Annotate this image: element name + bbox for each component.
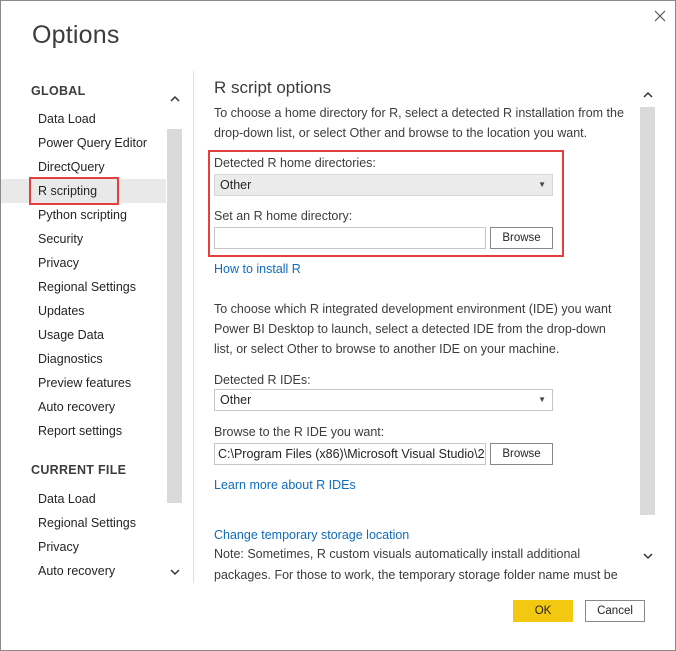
browse-ide-button[interactable]: Browse <box>490 443 553 465</box>
nav-item-updates[interactable]: Updates <box>1 299 166 323</box>
nav-scroll-up-icon[interactable] <box>167 89 182 107</box>
r-script-options-panel: R script options To choose a home direct… <box>194 71 634 585</box>
learn-more-ides-link[interactable]: Learn more about R IDEs <box>214 478 356 492</box>
ide-line-1: To choose which R integrated development… <box>214 302 612 316</box>
chevron-down-icon: ▼ <box>538 395 546 404</box>
intro-line-2: drop-down list, or select Other and brow… <box>214 126 588 140</box>
nav-item-privacy[interactable]: Privacy <box>1 251 166 275</box>
content-scroll-up-icon[interactable] <box>640 85 655 103</box>
nav-item-current-privacy[interactable]: Privacy <box>1 535 166 559</box>
ok-button[interactable]: OK <box>513 600 573 622</box>
nav-item-python-scripting[interactable]: Python scripting <box>1 203 166 227</box>
cancel-button[interactable]: Cancel <box>585 600 645 622</box>
ide-line-3: list, or select Other to browse to anoth… <box>214 342 560 356</box>
content-scroll-down-icon[interactable] <box>640 547 655 565</box>
nav-item-diagnostics[interactable]: Diagnostics <box>1 347 166 371</box>
change-storage-link[interactable]: Change temporary storage location <box>214 528 409 542</box>
how-to-install-link[interactable]: How to install R <box>214 262 301 276</box>
ides-label: Detected R IDEs: <box>214 373 311 387</box>
nav-scroll-thumb[interactable] <box>167 129 182 503</box>
home-dirs-label: Detected R home directories: <box>214 156 376 170</box>
ide-path-input[interactable]: C:\Program Files (x86)\Microsoft Visual … <box>214 443 486 465</box>
set-home-label: Set an R home directory: <box>214 209 353 223</box>
dialog-title: Options <box>32 21 120 49</box>
content-scrollbar[interactable] <box>639 71 656 585</box>
nav-item-regional-settings[interactable]: Regional Settings <box>1 275 166 299</box>
content-scroll-thumb[interactable] <box>640 107 655 515</box>
intro-line-1: To choose a home directory for R, select… <box>214 106 624 120</box>
nav-item-auto-recovery[interactable]: Auto recovery <box>1 395 166 419</box>
nav-item-data-load[interactable]: Data Load <box>1 107 166 131</box>
browse-ide-label: Browse to the R IDE you want: <box>214 425 385 439</box>
nav-item-current-auto-recovery[interactable]: Auto recovery <box>1 559 166 583</box>
nav-scrollbar[interactable] <box>166 89 183 585</box>
browse-home-button[interactable]: Browse <box>490 227 553 249</box>
ide-line-2: Power BI Desktop to launch, select a det… <box>214 322 606 336</box>
nav-item-usage-data[interactable]: Usage Data <box>1 323 166 347</box>
chevron-down-icon: ▼ <box>538 180 546 189</box>
nav-item-r-scripting[interactable]: R scripting <box>1 179 166 203</box>
nav-item-directquery[interactable]: DirectQuery <box>1 155 166 179</box>
nav-scroll-down-icon[interactable] <box>167 563 182 581</box>
options-nav: GLOBAL Data Load Power Query Editor Dire… <box>1 71 184 585</box>
home-dirs-value: Other <box>220 178 252 192</box>
home-dirs-select[interactable]: Other ▼ <box>214 174 553 196</box>
ides-select[interactable]: Other ▼ <box>214 389 553 411</box>
nav-item-current-data-load[interactable]: Data Load <box>1 487 166 511</box>
nav-heading-current-file: CURRENT FILE <box>31 463 127 477</box>
close-icon[interactable] <box>649 5 671 27</box>
note-line-2: packages. For those to work, the tempora… <box>214 568 618 582</box>
options-dialog: Options GLOBAL Data Load Power Query Edi… <box>0 0 676 651</box>
section-title: R script options <box>214 78 332 97</box>
note-line-1: Note: Sometimes, R custom visuals automa… <box>214 547 581 561</box>
nav-item-security[interactable]: Security <box>1 227 166 251</box>
nav-item-preview-features[interactable]: Preview features <box>1 371 166 395</box>
nav-item-current-regional-settings[interactable]: Regional Settings <box>1 511 166 535</box>
home-dir-input[interactable] <box>214 227 486 249</box>
ides-value: Other <box>220 393 252 407</box>
nav-item-report-settings[interactable]: Report settings <box>1 419 166 443</box>
nav-heading-global: GLOBAL <box>31 84 86 98</box>
nav-item-power-query-editor[interactable]: Power Query Editor <box>1 131 166 155</box>
